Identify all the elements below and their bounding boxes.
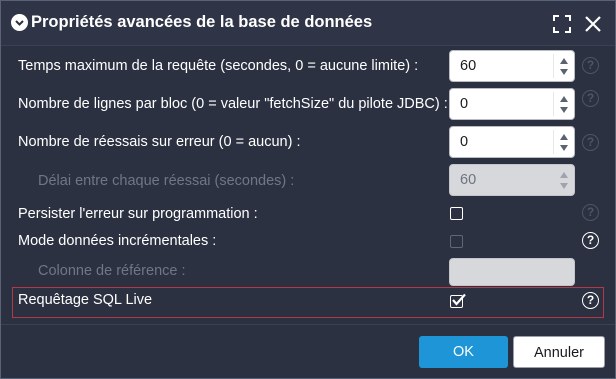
maximize-icon[interactable]: [551, 13, 573, 35]
retries-on-error-spinner[interactable]: 0: [449, 126, 575, 158]
incremental-mode-checkbox: [450, 235, 463, 248]
help-icon[interactable]: ?: [582, 90, 599, 107]
live-sql-checkbox[interactable]: [450, 293, 466, 308]
rows-per-block-spinner[interactable]: 0: [449, 88, 575, 120]
help-icon[interactable]: ?: [582, 232, 599, 249]
help-icon[interactable]: ?: [582, 204, 599, 221]
help-icon[interactable]: ?: [582, 57, 599, 74]
persist-error-label: Persister l'erreur sur programmation :: [18, 206, 258, 222]
help-icon[interactable]: ?: [582, 292, 599, 309]
reference-column-label: Colonne de référence :: [38, 263, 186, 279]
increment-arrow-icon: [560, 172, 568, 178]
max-query-time-label: Temps maximum de la requête (secondes, 0…: [18, 58, 419, 74]
close-icon[interactable]: [582, 13, 604, 35]
decrement-arrow-icon[interactable]: [560, 107, 568, 113]
retry-delay-label: Délai entre chaque réessai (secondes) :: [38, 173, 295, 189]
decrement-arrow-icon: [560, 183, 568, 189]
incremental-mode-label: Mode données incrémentales :: [18, 233, 217, 249]
footer-separator: [1, 324, 615, 325]
dialog-title: Propriétés avancées de la base de donnée…: [31, 13, 373, 31]
live-sql-label: Requêtage SQL Live: [18, 292, 153, 308]
retry-delay-spinner: 60: [449, 164, 575, 196]
increment-arrow-icon[interactable]: [560, 134, 568, 140]
increment-arrow-icon[interactable]: [560, 58, 568, 64]
reference-column-field: [449, 258, 575, 286]
decrement-arrow-icon[interactable]: [560, 69, 568, 75]
retries-on-error-value[interactable]: 0: [460, 134, 468, 150]
max-query-time-value[interactable]: 60: [460, 58, 476, 74]
advanced-db-properties-dialog: Propriétés avancées de la base de donnée…: [0, 0, 616, 379]
ok-button[interactable]: OK: [419, 336, 508, 368]
cancel-button[interactable]: Annuler: [513, 336, 605, 368]
rows-per-block-label: Nombre de lignes par bloc (0 = valeur "f…: [18, 96, 448, 112]
rows-per-block-value[interactable]: 0: [460, 96, 468, 112]
database-icon: [11, 14, 28, 31]
retries-on-error-label: Nombre de réessais sur erreur (0 = aucun…: [18, 134, 301, 150]
help-icon[interactable]: ?: [582, 134, 599, 151]
checkmark-icon: [452, 293, 466, 306]
persist-error-checkbox[interactable]: [450, 207, 463, 220]
increment-arrow-icon[interactable]: [560, 96, 568, 102]
retry-delay-value: 60: [460, 172, 477, 188]
dialog-titlebar: Propriétés avancées de la base de donnée…: [1, 1, 615, 45]
decrement-arrow-icon[interactable]: [560, 145, 568, 151]
title-separator: [1, 45, 615, 46]
max-query-time-spinner[interactable]: 60: [449, 50, 575, 82]
